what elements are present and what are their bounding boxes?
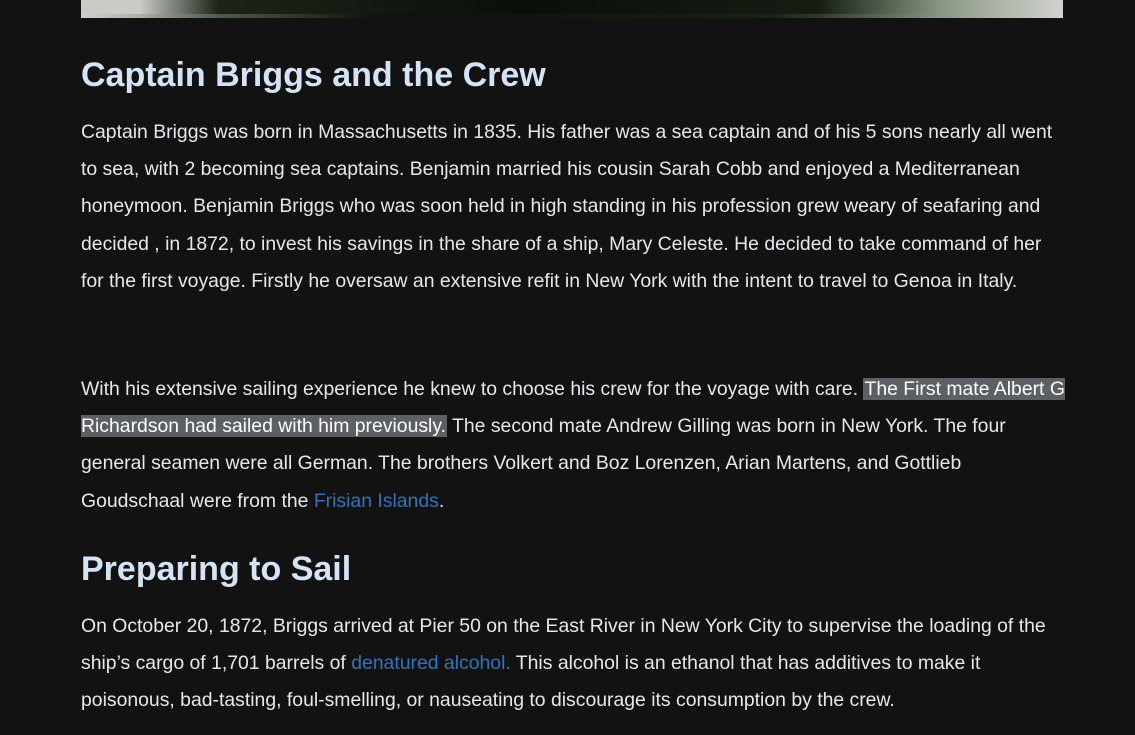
paragraph-crew: With his extensive sailing experience he… [81, 371, 1066, 520]
frisian-islands-link[interactable]: Frisian Islands [314, 490, 439, 512]
section-heading-preparing: Preparing to Sail [81, 550, 352, 588]
paragraph-crew-end: . [438, 489, 445, 512]
ship-image-bottom-edge [81, 0, 1063, 18]
paragraph-crew-text: With his extensive sailing experience he… [81, 378, 864, 400]
paragraph-preparing: On October 20, 1872, Briggs arrived at P… [81, 608, 1066, 720]
section-heading-crew: Captain Briggs and the Crew [81, 56, 546, 94]
denatured-alcohol-link[interactable]: denatured alcohol. [351, 652, 511, 674]
paragraph-briggs-bio: Captain Briggs was born in Massachusetts… [81, 121, 1053, 292]
